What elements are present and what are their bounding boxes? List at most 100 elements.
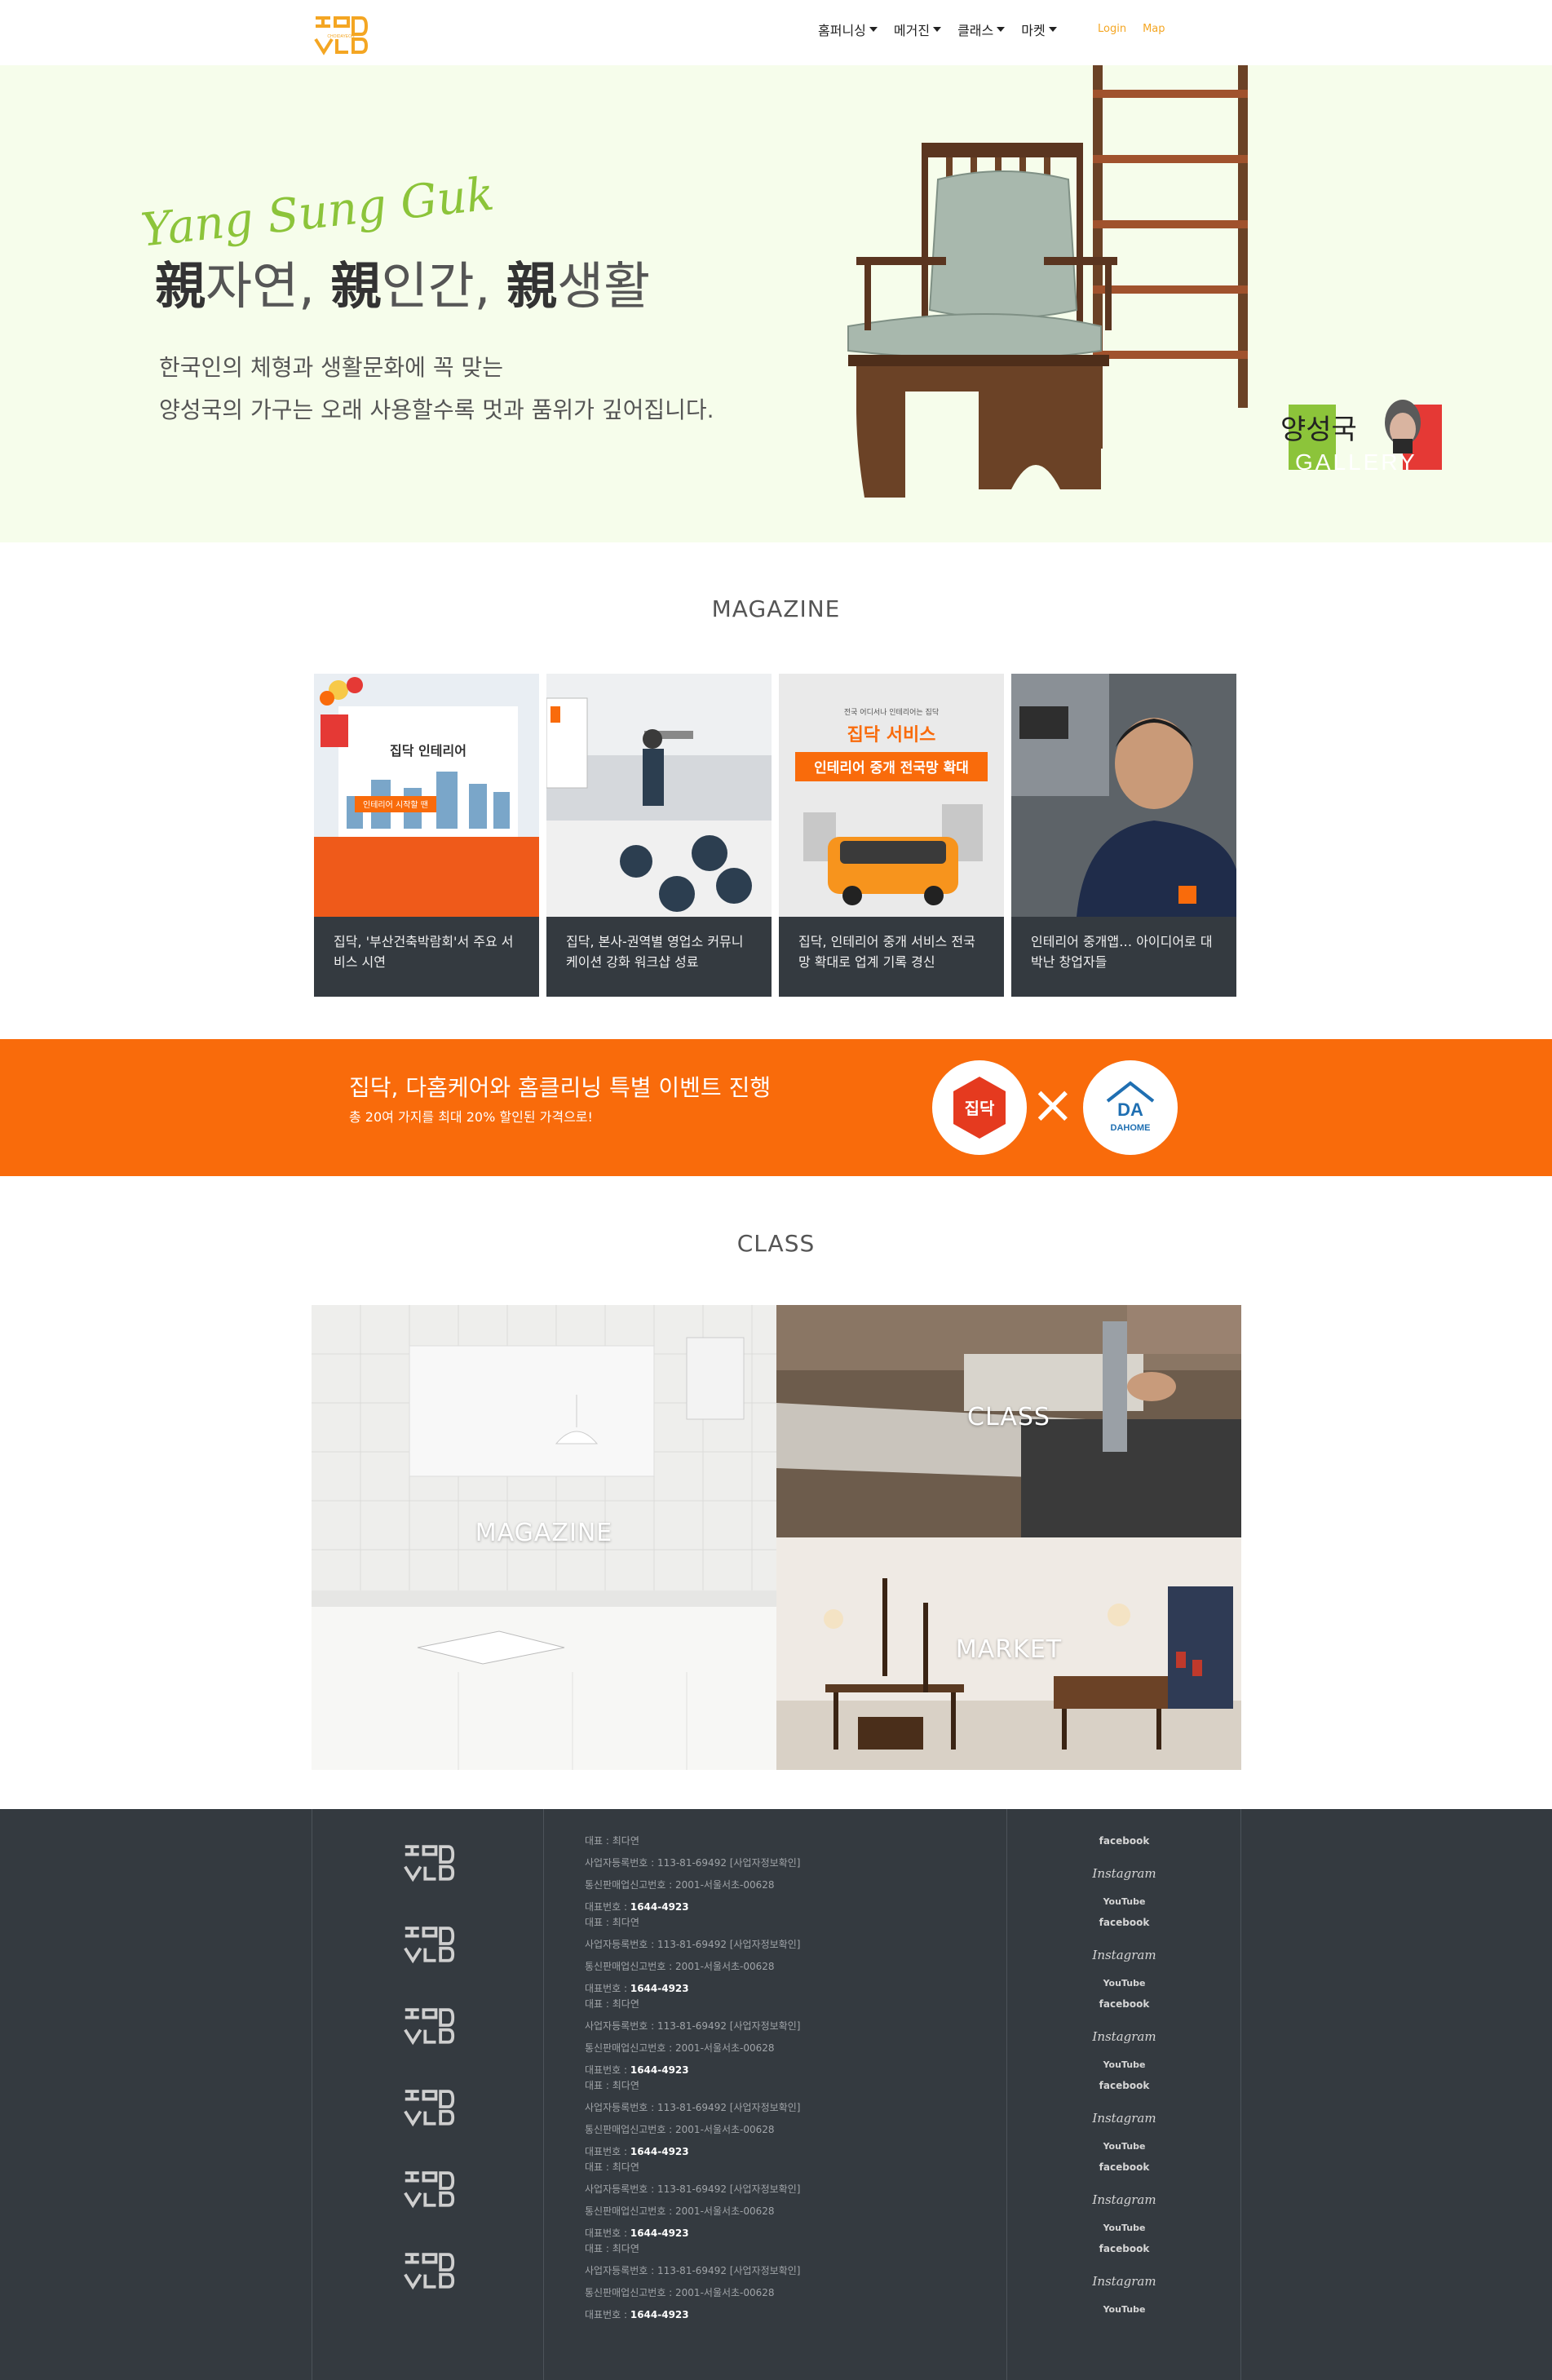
svg-text:양성국: 양성국 bbox=[1280, 414, 1357, 446]
footer-social-links: facebook Instagram YouTube bbox=[1007, 2240, 1241, 2316]
svg-text:집닥 인테리어: 집닥 인테리어 bbox=[390, 743, 466, 759]
footer-company-info: 대표 : 최다연사업자등록번호 : 113-81-69492 [사업자정보확인]… bbox=[585, 1830, 800, 1918]
youtube-icon[interactable]: YouTube bbox=[1007, 2222, 1241, 2235]
magazine-card[interactable]: 인테리어 중개앱… 아이디어로 대박난 창업자들 bbox=[1011, 674, 1236, 997]
banner-title: 집닥, 다홈케어와 홈클리닝 특별 이벤트 진행 bbox=[349, 1074, 772, 1101]
footer-phone-row: 대표번호 : 1644-4923 bbox=[585, 2309, 689, 2320]
footer-biz-number[interactable]: 사업자등록번호 : 113-81-69492 [사업자정보확인] bbox=[585, 2097, 800, 2119]
footer-social-links: facebook Instagram YouTube bbox=[1007, 1995, 1241, 2072]
menu-label: 메거진 bbox=[893, 23, 931, 38]
footer-biz-number[interactable]: 사업자등록번호 : 113-81-69492 [사업자정보확인] bbox=[585, 1934, 800, 1956]
footer-biz-number[interactable]: 사업자등록번호 : 113-81-69492 [사업자정보확인] bbox=[585, 2260, 800, 2282]
facebook-icon[interactable]: facebook bbox=[1007, 2077, 1241, 2095]
footer-biz-number[interactable]: 사업자등록번호 : 113-81-69492 [사업자정보확인] bbox=[585, 2179, 800, 2201]
footer-mail-order: 통신판매업신고번호 : 2001-서울서초-00628 bbox=[585, 1879, 775, 1891]
youtube-icon[interactable]: YouTube bbox=[1007, 2303, 1241, 2316]
magazine-card[interactable]: 집닥 인테리어 인테리어 시작할 땐 집닥, '부산건축박람회'서 주요 서비스… bbox=[314, 674, 539, 997]
tile-class[interactable]: CLASS bbox=[776, 1305, 1241, 1537]
footer-social-links: facebook Instagram YouTube bbox=[1007, 2158, 1241, 2235]
footer-company-info: 대표 : 최다연사업자등록번호 : 113-81-69492 [사업자정보확인]… bbox=[585, 2238, 800, 2326]
footer-social-links: facebook Instagram YouTube bbox=[1007, 2077, 1241, 2153]
svg-text:GALLERY: GALLERY bbox=[1295, 449, 1417, 475]
footer-logo-icon[interactable] bbox=[402, 2168, 456, 2209]
svg-text:전국 어디서나 인테리어는 집닥: 전국 어디서나 인테리어는 집닥 bbox=[844, 707, 939, 717]
facebook-icon[interactable]: facebook bbox=[1007, 1995, 1241, 2013]
main-menu: 홈퍼니싱 메거진 클래스 마켓 bbox=[818, 20, 1057, 39]
hero-headline: 親자연, 親인간, 親생활 bbox=[155, 256, 651, 316]
youtube-icon[interactable]: YouTube bbox=[1007, 1977, 1241, 1990]
card-image bbox=[546, 674, 772, 917]
menu-class[interactable]: 클래스 bbox=[957, 20, 1006, 39]
tile-label: CLASS bbox=[967, 1403, 1050, 1431]
footer-logo-icon[interactable] bbox=[402, 1842, 456, 1882]
instagram-icon[interactable]: Instagram bbox=[1007, 1946, 1241, 1964]
footer-mail-order: 통신판매업신고번호 : 2001-서울서초-00628 bbox=[585, 2042, 775, 2054]
tile-label: MAGAZINE bbox=[475, 1519, 613, 1547]
footer-logo-icon[interactable] bbox=[402, 2086, 456, 2127]
footer-company-info: 대표 : 최다연사업자등록번호 : 113-81-69492 [사업자정보확인]… bbox=[585, 2075, 800, 2163]
footer-mail-order: 통신판매업신고번호 : 2001-서울서초-00628 bbox=[585, 2287, 775, 2298]
menu-market[interactable]: 마켓 bbox=[1021, 20, 1057, 39]
youtube-icon[interactable]: YouTube bbox=[1007, 2059, 1241, 2072]
instagram-icon[interactable]: Instagram bbox=[1007, 2272, 1241, 2290]
instagram-icon[interactable]: Instagram bbox=[1007, 1865, 1241, 1882]
svg-text:인테리어 시작할 땐: 인테리어 시작할 땐 bbox=[363, 800, 428, 810]
hero-sub-line: 양성국의 가구는 오래 사용할수록 멋과 품위가 깊어집니다. bbox=[159, 396, 714, 423]
footer-ceo: 대표 : 최다연 bbox=[585, 2080, 639, 2091]
magazine-card[interactable]: 집닥, 본사-권역별 영업소 커뮤니케이션 강화 워크샵 성료 bbox=[546, 674, 772, 997]
map-link[interactable]: Map bbox=[1143, 23, 1165, 35]
zipdoc-logo: 집닥 bbox=[932, 1060, 1027, 1155]
menu-homefurnishing[interactable]: 홈퍼니싱 bbox=[818, 20, 878, 39]
site-footer: 대표 : 최다연 사업자등록번호 : 113-81-69492 [사업자정보확인]… bbox=[0, 1809, 1552, 2380]
logo-icon[interactable]: CHOIDAYEON bbox=[312, 13, 369, 55]
instagram-icon[interactable]: Instagram bbox=[1007, 2109, 1241, 2127]
card-image: 집닥 인테리어 인테리어 시작할 땐 bbox=[314, 674, 539, 917]
footer-biz-number[interactable]: 사업자등록번호 : 113-81-69492 [사업자정보확인] bbox=[585, 2015, 800, 2037]
footer-mail-order: 통신판매업신고번호 : 2001-서울서초-00628 bbox=[585, 2205, 775, 2217]
caret-down-icon bbox=[869, 27, 878, 32]
menu-magazine[interactable]: 메거진 bbox=[893, 20, 942, 39]
youtube-icon[interactable]: YouTube bbox=[1007, 1896, 1241, 1909]
times-icon: × bbox=[1031, 1075, 1075, 1135]
instagram-icon[interactable]: Instagram bbox=[1007, 2028, 1241, 2046]
class-section-title: CLASS bbox=[736, 1230, 816, 1257]
facebook-icon[interactable]: facebook bbox=[1007, 1913, 1241, 1931]
magazine-section-title: MAGAZINE bbox=[711, 595, 841, 622]
footer-logo-icon[interactable] bbox=[402, 1923, 456, 1964]
magazine-card-list: 집닥 인테리어 인테리어 시작할 땐 집닥, '부산건축박람회'서 주요 서비스… bbox=[314, 674, 1236, 997]
auth-links: Login Map bbox=[1098, 23, 1165, 35]
footer-ceo: 대표 : 최다연 bbox=[585, 2243, 639, 2254]
gallery-badge[interactable]: 양성국 GALLERY bbox=[1280, 388, 1448, 478]
caret-down-icon bbox=[933, 27, 942, 32]
footer-phone: 1644-4923 bbox=[630, 1983, 689, 1994]
youtube-icon[interactable]: YouTube bbox=[1007, 2140, 1241, 2153]
svg-text:DA: DA bbox=[1117, 1099, 1143, 1120]
tile-magazine[interactable]: MAGAZINE bbox=[312, 1305, 776, 1770]
facebook-icon[interactable]: facebook bbox=[1007, 1832, 1241, 1850]
magazine-card[interactable]: 전국 어디서나 인테리어는 집닥 집닥 서비스 인테리어 중개 전국망 확대 집… bbox=[779, 674, 1004, 997]
footer-company-info: 대표 : 최다연 사업자등록번호 : 113-81-69492 [사업자정보확인]… bbox=[585, 1993, 800, 2081]
tile-market[interactable]: MARKET bbox=[776, 1537, 1241, 1770]
card-caption: 인테리어 중개앱… 아이디어로 대박난 창업자들 bbox=[1031, 934, 1213, 970]
footer-social-links: facebook Instagram YouTube bbox=[1007, 1832, 1241, 1909]
footer-ceo: 대표 : 최다연 bbox=[585, 1835, 639, 1847]
menu-label: 클래스 bbox=[957, 23, 994, 38]
card-image: 전국 어디서나 인테리어는 집닥 집닥 서비스 인테리어 중개 전국망 확대 bbox=[779, 674, 1004, 917]
caret-down-icon bbox=[997, 27, 1006, 32]
footer-ceo: 대표 : 최다연 bbox=[585, 1917, 639, 1928]
svg-text:집닥 서비스: 집닥 서비스 bbox=[847, 725, 936, 745]
instagram-icon[interactable]: Instagram bbox=[1007, 2191, 1241, 2209]
footer-biz-number[interactable]: 사업자등록번호 : 113-81-69492 [사업자정보확인] bbox=[585, 1852, 800, 1874]
footer-phone: 1644-4923 bbox=[630, 2146, 689, 2157]
footer-logo-icon[interactable] bbox=[402, 2005, 456, 2046]
facebook-icon[interactable]: facebook bbox=[1007, 2240, 1241, 2258]
caret-down-icon bbox=[1048, 27, 1057, 32]
event-banner[interactable]: 집닥, 다홈케어와 홈클리닝 특별 이벤트 진행 총 20여 가지를 최대 20… bbox=[0, 1039, 1552, 1176]
hero-banner[interactable]: Yang Sung Guk 親자연, 親인간, 親생활 한국인의 체형과 생활문… bbox=[0, 65, 1552, 542]
login-link[interactable]: Login bbox=[1098, 23, 1126, 35]
facebook-icon[interactable]: facebook bbox=[1007, 2158, 1241, 2176]
footer-logo-icon[interactable] bbox=[402, 2249, 456, 2290]
card-caption: 집닥, 본사-권역별 영업소 커뮤니케이션 강화 워크샵 성료 bbox=[566, 934, 744, 970]
top-navbar: CHOIDAYEON 홈퍼니싱 메거진 클래스 마켓 Login Map bbox=[0, 0, 1552, 65]
footer-phone: 1644-4923 bbox=[630, 1901, 689, 1913]
